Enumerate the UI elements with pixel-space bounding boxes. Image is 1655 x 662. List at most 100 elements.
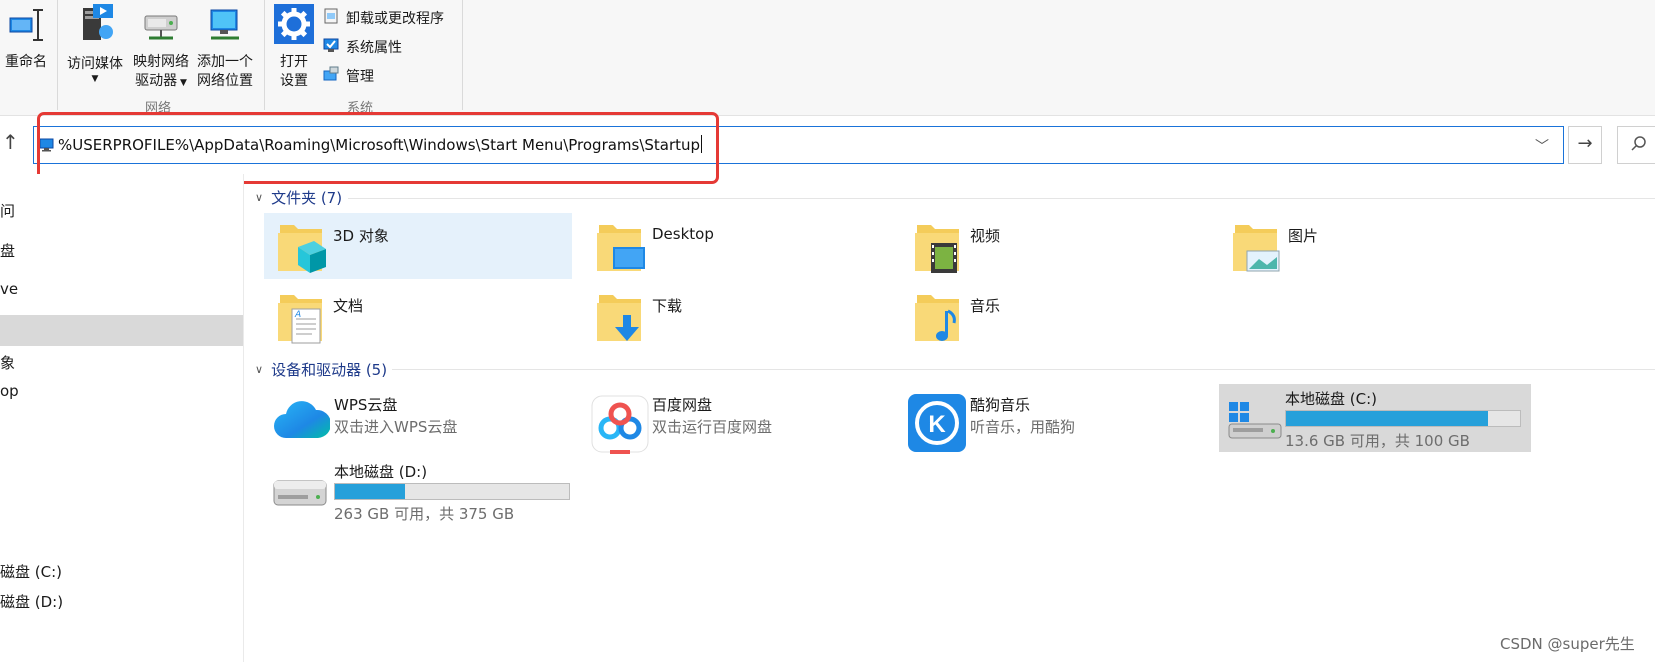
- device-description: 双击运行百度网盘: [652, 418, 773, 436]
- system-properties-icon: [322, 36, 340, 58]
- videos-folder-icon: [913, 219, 963, 279]
- nav-item-drive-d[interactable]: 磁盘 (D:): [0, 591, 63, 612]
- add-location-label-1: 添加一个: [197, 54, 253, 70]
- nav-item[interactable]: 盘: [0, 240, 15, 261]
- manage-icon: [322, 65, 340, 87]
- device-kugou-music[interactable]: K 酷狗音乐 听音乐，用酷狗: [904, 388, 1212, 456]
- add-location-label-2: 网络位置: [197, 73, 253, 89]
- rename-label: 重命名: [5, 54, 47, 70]
- folder-name: 视频: [970, 227, 1001, 245]
- go-arrow-button[interactable]: →: [1568, 126, 1602, 164]
- drive-free-space: 13.6 GB 可用，共 100 GB: [1285, 432, 1470, 450]
- downloads-folder-icon: [595, 289, 645, 349]
- devices-header-label: 设备和驱动器 (5): [271, 361, 388, 379]
- uninstall-icon: [322, 7, 340, 29]
- kugou-music-icon: K: [908, 394, 968, 458]
- nav-item[interactable]: 问: [0, 200, 15, 221]
- section-divider: [348, 198, 1655, 199]
- add-network-location-button[interactable]: 添加一个 网络位置: [193, 6, 257, 91]
- svg-text:K: K: [928, 411, 946, 438]
- device-description: 听音乐，用酷狗: [970, 418, 1076, 436]
- map-network-drive-button[interactable]: 映射网络 驱动器 ▼: [129, 6, 193, 93]
- device-name: WPS云盘: [334, 396, 398, 414]
- folder-name: 下载: [652, 297, 683, 315]
- navigation-pane: 问 盘 ve 象 op 磁盘 (C:) 磁盘 (D:): [0, 174, 244, 662]
- rename-icon: [0, 6, 52, 50]
- drive-usage-bar: [1285, 410, 1521, 427]
- folder-name: 3D 对象: [333, 227, 389, 245]
- chevron-down-icon: ∨: [255, 363, 264, 376]
- chevron-down-icon: ∨: [255, 191, 264, 204]
- folder-pictures[interactable]: 图片: [1219, 213, 1527, 279]
- music-folder-icon: [913, 289, 963, 349]
- ribbon: 重命名 访问媒体 ▼ 映射网络 驱动器 ▼ 添加一个 网络位置 网络 打开 设置…: [0, 0, 1655, 116]
- media-server-icon: [63, 2, 127, 52]
- uninstall-program-button[interactable]: 卸载或更改程序: [322, 6, 444, 30]
- network-drive-icon: [129, 6, 193, 50]
- search-icon: [1630, 135, 1648, 157]
- drive-name: 本地磁盘 (D:): [334, 463, 428, 481]
- drive-c[interactable]: 本地磁盘 (C:) 13.6 GB 可用，共 100 GB: [1219, 384, 1531, 452]
- nav-selected-row[interactable]: [0, 315, 243, 346]
- device-name: 酷狗音乐: [970, 396, 1031, 414]
- wps-cloud-icon: [272, 394, 332, 448]
- folders-section-header[interactable]: ∨ 文件夹 (7): [255, 187, 342, 208]
- nav-item[interactable]: op: [0, 382, 19, 400]
- folder-videos[interactable]: 视频: [901, 213, 1209, 279]
- folder-documents[interactable]: A 文档: [264, 283, 572, 349]
- hard-drive-icon: [272, 475, 328, 513]
- folders-header-label: 文件夹 (7): [271, 189, 343, 207]
- windows-drive-icon: [1227, 398, 1283, 446]
- open-settings-button[interactable]: 打开 设置: [270, 4, 318, 91]
- uninstall-label: 卸载或更改程序: [346, 11, 444, 27]
- manage-button[interactable]: 管理: [322, 64, 374, 88]
- ribbon-separator: [57, 0, 58, 110]
- manage-label: 管理: [346, 69, 374, 85]
- folder-name: 文档: [333, 297, 364, 315]
- folder-desktop[interactable]: Desktop: [583, 213, 891, 279]
- folder-downloads[interactable]: 下载: [583, 283, 891, 349]
- devices-section-header[interactable]: ∨ 设备和驱动器 (5): [255, 359, 387, 380]
- access-media-label: 访问媒体: [67, 56, 123, 72]
- drive-free-space: 263 GB 可用，共 375 GB: [334, 505, 515, 523]
- drive-d[interactable]: 本地磁盘 (D:) 263 GB 可用，共 375 GB: [268, 459, 580, 527]
- nav-item[interactable]: 象: [0, 352, 15, 373]
- nav-item-drive-c[interactable]: 磁盘 (C:): [0, 561, 62, 582]
- folder-name: 图片: [1288, 227, 1319, 245]
- access-media-button[interactable]: 访问媒体 ▼: [63, 2, 127, 84]
- 3d-objects-folder-icon: [276, 219, 326, 279]
- folder-music[interactable]: 音乐: [901, 283, 1209, 349]
- svg-text:A: A: [294, 310, 301, 320]
- device-baidu-netdisk[interactable]: 百度网盘 双击运行百度网盘: [586, 388, 894, 456]
- section-divider: [392, 369, 1655, 370]
- system-properties-button[interactable]: 系统属性: [322, 35, 402, 59]
- desktop-folder-icon: [595, 219, 645, 279]
- device-name: 百度网盘: [652, 396, 713, 414]
- network-location-icon: [193, 6, 257, 50]
- folder-name: 音乐: [970, 297, 1001, 315]
- arrow-right-icon: →: [1577, 133, 1593, 154]
- ribbon-separator: [462, 0, 463, 110]
- chevron-down-icon[interactable]: ﹀: [1535, 136, 1549, 156]
- pictures-folder-icon: [1231, 219, 1281, 279]
- rename-button[interactable]: 重命名: [0, 6, 52, 72]
- dropdown-arrow-icon: ▼: [177, 78, 187, 88]
- device-description: 双击进入WPS云盘: [334, 418, 458, 436]
- system-properties-label: 系统属性: [346, 40, 402, 56]
- device-wps-cloud[interactable]: WPS云盘 双击进入WPS云盘: [268, 388, 576, 456]
- open-settings-label-1: 打开: [280, 54, 308, 70]
- map-drive-label-2: 驱动器: [135, 73, 178, 89]
- ribbon-separator: [264, 0, 265, 110]
- up-arrow-icon[interactable]: ↑: [2, 130, 19, 154]
- documents-folder-icon: A: [276, 289, 326, 349]
- folder-3d-objects[interactable]: 3D 对象: [264, 213, 572, 279]
- nav-item[interactable]: ve: [0, 280, 18, 298]
- dropdown-arrow-icon: ▼: [91, 74, 99, 84]
- baidu-netdisk-icon: [590, 394, 650, 460]
- open-settings-label-2: 设置: [280, 73, 308, 89]
- search-box[interactable]: [1617, 126, 1655, 164]
- map-drive-label-1: 映射网络: [133, 54, 189, 70]
- drive-usage-fill: [1286, 411, 1489, 426]
- settings-gear-icon: [270, 4, 318, 50]
- folder-name: Desktop: [652, 225, 714, 243]
